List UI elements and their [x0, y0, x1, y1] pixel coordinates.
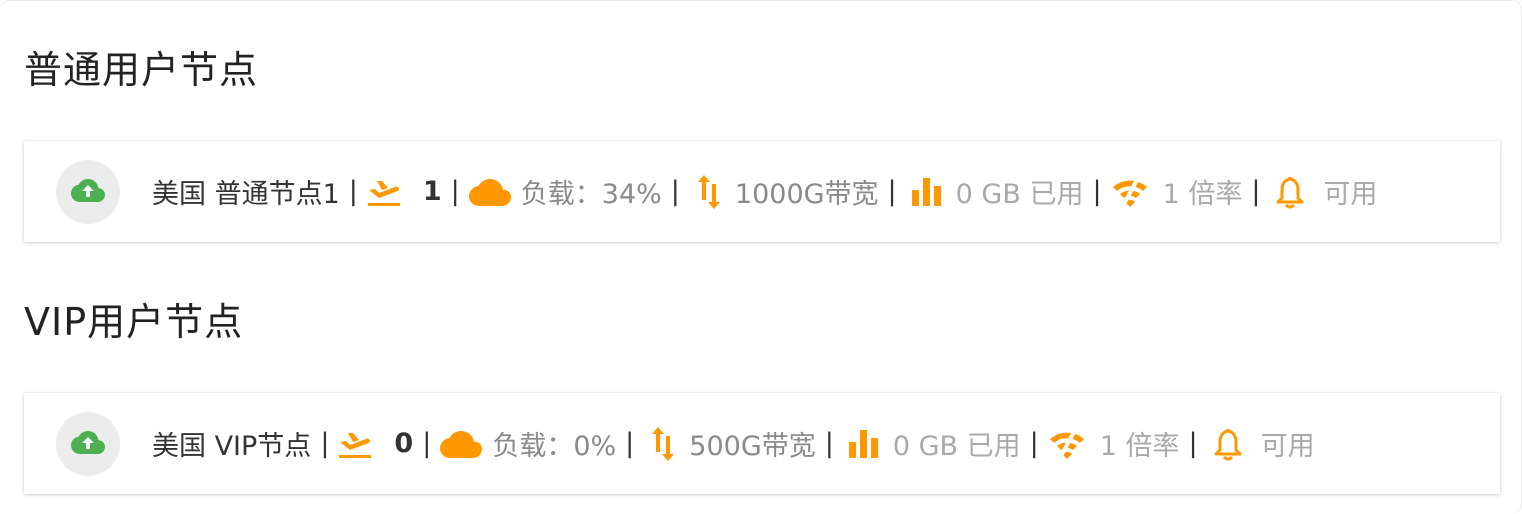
node-status: 可用	[1323, 179, 1378, 210]
separator: |	[625, 428, 635, 459]
separator: |	[320, 428, 330, 459]
node-info-row: 美国 普通节点1 | 1 | 负载：34% | 1000G带宽 | 0 GB 已…	[152, 172, 1377, 211]
separator: |	[1092, 176, 1102, 207]
node-card-vip[interactable]: 美国 VIP节点 | 0 | 负载：0% | 500G带宽 | 0 GB 已用 …	[24, 393, 1500, 494]
section-title-vip: VIP用户节点	[24, 300, 244, 344]
separator: |	[348, 176, 358, 207]
bar-chart-icon	[911, 177, 942, 206]
separator: |	[887, 176, 897, 207]
signal-rate-icon	[1111, 176, 1149, 208]
separator: |	[450, 176, 460, 207]
separator: |	[1029, 428, 1039, 459]
bar-chart-icon	[848, 429, 879, 458]
separator: |	[670, 176, 680, 207]
node-usage: 0 GB 已用	[955, 179, 1084, 210]
cloud-icon	[440, 430, 483, 458]
online-count: 0	[394, 428, 414, 459]
separator: |	[1251, 176, 1261, 207]
node-usage: 0 GB 已用	[892, 431, 1021, 462]
bell-icon	[1275, 175, 1305, 209]
node-status: 可用	[1260, 431, 1315, 462]
node-card-normal[interactable]: 美国 普通节点1 | 1 | 负载：34% | 1000G带宽 | 0 GB 已…	[24, 141, 1500, 242]
node-avatar	[56, 411, 120, 476]
node-name: 美国 普通节点1	[152, 179, 340, 210]
airplane-takeoff-icon	[367, 177, 401, 207]
node-list-panel: 普通用户节点 美国 普通节点1 | 1 | 负载：34% | 1000G带宽 |…	[0, 0, 1522, 514]
node-bandwidth: 500G带宽	[689, 431, 816, 462]
transfer-arrows-icon	[697, 174, 721, 209]
section-title-normal: 普通用户节点	[24, 48, 259, 92]
separator: |	[422, 428, 432, 459]
node-rate: 1 倍率	[1162, 179, 1243, 210]
cloud-icon	[468, 178, 511, 206]
node-info-row: 美国 VIP节点 | 0 | 负载：0% | 500G带宽 | 0 GB 已用 …	[152, 424, 1315, 463]
transfer-arrows-icon	[651, 426, 675, 461]
online-count: 1	[422, 176, 442, 207]
airplane-takeoff-icon	[338, 429, 372, 459]
node-load: 负载：0%	[492, 431, 617, 462]
signal-rate-icon	[1048, 428, 1086, 460]
node-load: 负载：34%	[520, 179, 662, 210]
node-bandwidth: 1000G带宽	[734, 179, 879, 210]
separator: |	[1188, 428, 1198, 459]
bell-icon	[1213, 427, 1243, 461]
cloud-upload-icon	[71, 430, 105, 458]
node-avatar	[56, 159, 120, 224]
node-name: 美国 VIP节点	[152, 431, 312, 462]
separator: |	[824, 428, 834, 459]
cloud-upload-icon	[71, 178, 105, 206]
node-rate: 1 倍率	[1099, 431, 1180, 462]
